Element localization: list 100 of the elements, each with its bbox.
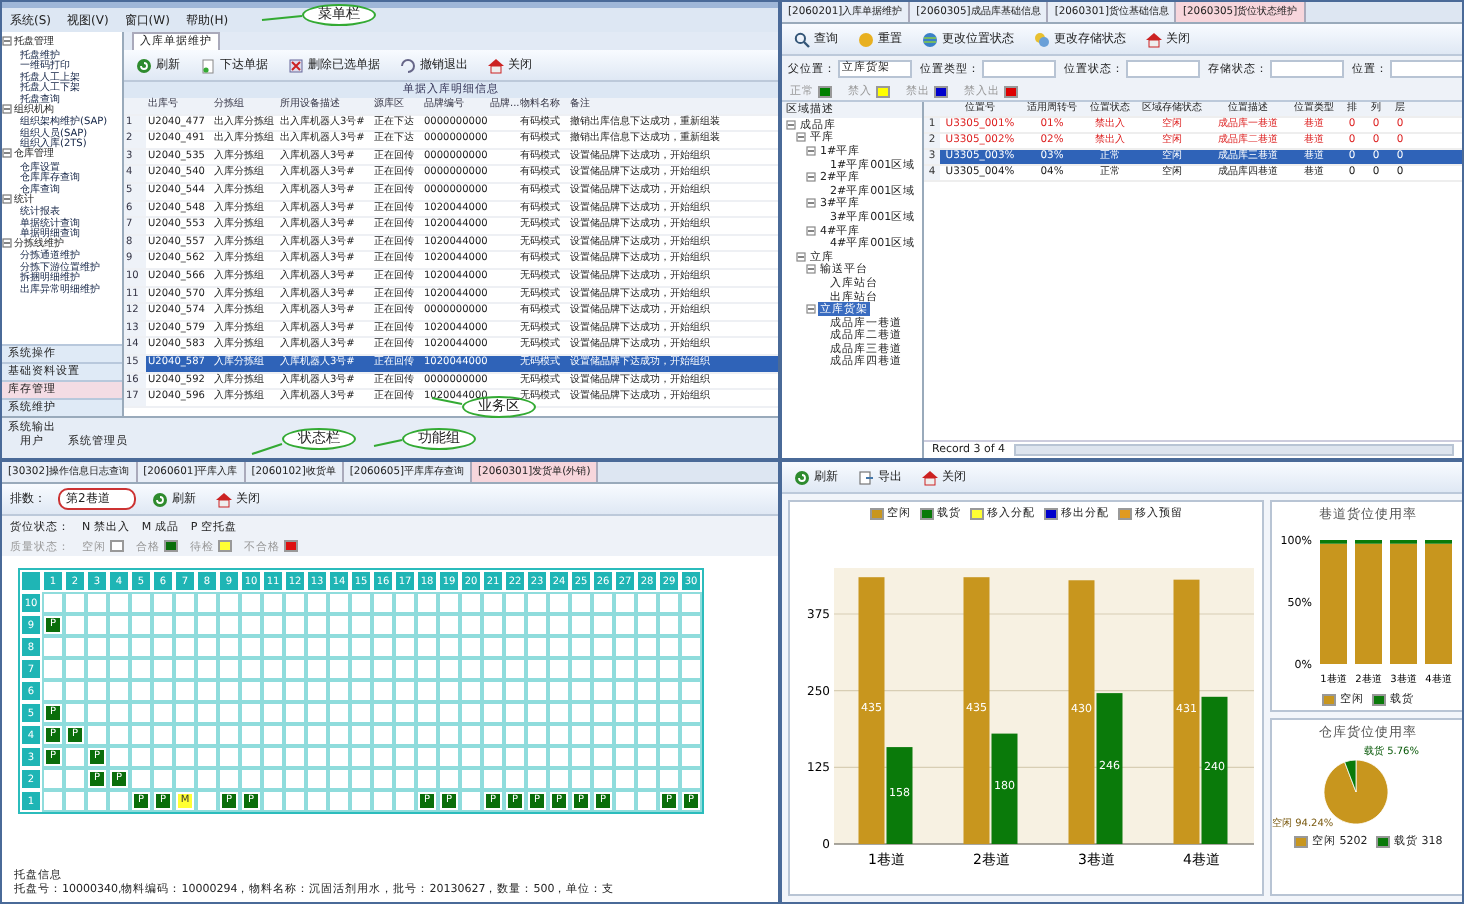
rack-slot[interactable] bbox=[438, 680, 460, 702]
rack-slot[interactable] bbox=[570, 614, 592, 636]
rack-slot[interactable] bbox=[636, 724, 658, 746]
rack-slot[interactable] bbox=[108, 746, 130, 768]
filter-dropdown[interactable] bbox=[1390, 60, 1462, 78]
rack-slot[interactable] bbox=[284, 636, 306, 658]
rack-slot[interactable] bbox=[548, 746, 570, 768]
rack-slot[interactable] bbox=[130, 768, 152, 790]
rack-slot[interactable] bbox=[64, 746, 86, 768]
rack-slot[interactable] bbox=[350, 614, 372, 636]
rack-slot[interactable] bbox=[196, 746, 218, 768]
expander-icon[interactable] bbox=[786, 119, 796, 130]
rack-slot[interactable] bbox=[328, 592, 350, 614]
filter-dropdown[interactable] bbox=[1126, 60, 1200, 78]
rack-slot[interactable] bbox=[658, 592, 680, 614]
rack-slot[interactable] bbox=[350, 592, 372, 614]
rack-slot[interactable] bbox=[416, 746, 438, 768]
rack-slot[interactable] bbox=[196, 702, 218, 724]
rack-slot[interactable] bbox=[526, 636, 548, 658]
rack-slot[interactable] bbox=[108, 702, 130, 724]
rack-slot[interactable] bbox=[680, 724, 702, 746]
rack-slot[interactable] bbox=[42, 790, 64, 812]
rack-slot[interactable] bbox=[262, 768, 284, 790]
rack-slot[interactable] bbox=[504, 680, 526, 702]
rack-slot[interactable] bbox=[240, 768, 262, 790]
rack-slot[interactable] bbox=[262, 658, 284, 680]
rack-slot[interactable] bbox=[108, 636, 130, 658]
rack-slot[interactable] bbox=[42, 636, 64, 658]
rack-slot[interactable] bbox=[614, 592, 636, 614]
rack-slot[interactable] bbox=[240, 636, 262, 658]
rack-slot[interactable] bbox=[614, 636, 636, 658]
rack-slot[interactable] bbox=[152, 636, 174, 658]
rack-slot[interactable] bbox=[86, 702, 108, 724]
rack-slot[interactable] bbox=[42, 680, 64, 702]
rack-slot[interactable] bbox=[482, 768, 504, 790]
rack-slot[interactable] bbox=[636, 614, 658, 636]
rack-slot[interactable] bbox=[416, 724, 438, 746]
rack-slot[interactable] bbox=[284, 768, 306, 790]
rack-slot[interactable] bbox=[284, 680, 306, 702]
rack-slot[interactable] bbox=[614, 614, 636, 636]
rack-slot[interactable] bbox=[438, 746, 460, 768]
rack-slot[interactable] bbox=[328, 658, 350, 680]
rack-slot[interactable] bbox=[86, 790, 108, 812]
rack-slot[interactable] bbox=[592, 614, 614, 636]
rack-slot[interactable] bbox=[372, 636, 394, 658]
rack-slot[interactable] bbox=[306, 768, 328, 790]
rack-slot[interactable] bbox=[592, 702, 614, 724]
expander-icon[interactable] bbox=[796, 251, 806, 262]
rack-slot[interactable] bbox=[614, 768, 636, 790]
rack-slot[interactable] bbox=[570, 768, 592, 790]
rack-slot[interactable] bbox=[64, 614, 86, 636]
expander-icon[interactable] bbox=[806, 145, 816, 156]
rack-slot[interactable] bbox=[526, 702, 548, 724]
rack-slot[interactable] bbox=[152, 658, 174, 680]
rack-slot[interactable] bbox=[64, 768, 86, 790]
rack-slot[interactable] bbox=[306, 680, 328, 702]
rack-slot[interactable] bbox=[130, 658, 152, 680]
rack-slot[interactable] bbox=[460, 658, 482, 680]
rack-slot[interactable] bbox=[658, 746, 680, 768]
rack-slot[interactable] bbox=[284, 614, 306, 636]
rack-slot[interactable] bbox=[350, 636, 372, 658]
rack-slot[interactable] bbox=[680, 702, 702, 724]
rack-slot[interactable] bbox=[86, 680, 108, 702]
rack-slot[interactable] bbox=[350, 702, 372, 724]
rack-slot[interactable] bbox=[262, 680, 284, 702]
rack-slot[interactable] bbox=[218, 746, 240, 768]
rack-slot[interactable] bbox=[592, 636, 614, 658]
rack-slot[interactable] bbox=[592, 746, 614, 768]
rack-slot[interactable] bbox=[394, 592, 416, 614]
rack-slot[interactable] bbox=[504, 746, 526, 768]
rack-slot[interactable] bbox=[262, 702, 284, 724]
rack-slot[interactable] bbox=[592, 724, 614, 746]
rack-slot[interactable] bbox=[174, 702, 196, 724]
rack-slot[interactable] bbox=[570, 680, 592, 702]
rack-slot[interactable] bbox=[680, 592, 702, 614]
filter-dropdown[interactable] bbox=[982, 60, 1056, 78]
rack-slot[interactable] bbox=[284, 746, 306, 768]
rack-slot[interactable] bbox=[658, 614, 680, 636]
rack-slot[interactable] bbox=[460, 614, 482, 636]
rack-slot[interactable] bbox=[614, 746, 636, 768]
rack-slot[interactable] bbox=[416, 768, 438, 790]
rack-slot[interactable] bbox=[504, 768, 526, 790]
rack-slot[interactable] bbox=[218, 658, 240, 680]
expander-icon[interactable] bbox=[2, 103, 12, 114]
rack-slot[interactable] bbox=[416, 680, 438, 702]
rack-slot[interactable] bbox=[240, 658, 262, 680]
rack-slot[interactable] bbox=[152, 592, 174, 614]
rack-slot[interactable] bbox=[680, 636, 702, 658]
rack-slot[interactable] bbox=[636, 702, 658, 724]
expander-icon[interactable] bbox=[806, 172, 816, 183]
rack-slot[interactable] bbox=[64, 636, 86, 658]
rack-slot[interactable] bbox=[284, 592, 306, 614]
rack-slot[interactable] bbox=[460, 790, 482, 812]
rack-slot[interactable] bbox=[394, 746, 416, 768]
rack-slot[interactable] bbox=[636, 592, 658, 614]
rack-slot[interactable] bbox=[482, 592, 504, 614]
rack-slot[interactable] bbox=[196, 592, 218, 614]
rack-slot[interactable] bbox=[438, 768, 460, 790]
rack-slot[interactable] bbox=[108, 724, 130, 746]
rack-slot[interactable] bbox=[416, 636, 438, 658]
